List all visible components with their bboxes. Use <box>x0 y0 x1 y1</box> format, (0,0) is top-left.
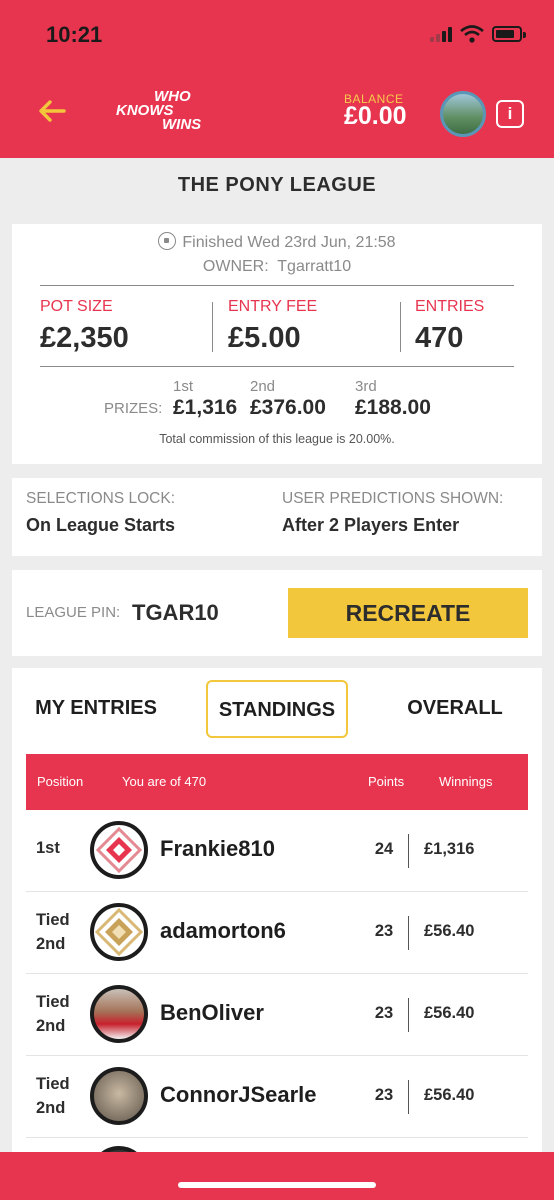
predictions-shown-label: USER PREDICTIONS SHOWN: <box>282 490 504 507</box>
league-title: THE PONY LEAGUE <box>177 174 377 196</box>
table-row[interactable]: Tied 2nd adamorton6 23 £56.40 <box>26 892 528 974</box>
app-logo: WHO KNOWS WINS <box>116 88 202 133</box>
row-points: 23 <box>374 1086 394 1104</box>
standings-header: Position You are of 470 Points Winnings <box>26 754 528 810</box>
col-winnings: Winnings <box>439 774 493 789</box>
col-position: Position <box>37 774 84 789</box>
commission-note: Total commission of this league is 20.00… <box>159 432 395 446</box>
info-button[interactable]: i <box>496 100 524 128</box>
prize-place-1st: 1st <box>173 378 194 395</box>
row-username: Frankie810 <box>160 836 275 861</box>
divider <box>400 302 401 352</box>
row-position: Tied 2nd <box>36 993 70 1035</box>
user-avatar[interactable] <box>440 91 486 137</box>
entry-fee-value: £5.00 <box>228 322 301 354</box>
row-username: BenOliver <box>160 1000 264 1025</box>
row-username: ConnorJSearle <box>160 1082 317 1107</box>
row-winnings: £56.40 <box>424 1086 475 1104</box>
pattern-avatar-red-icon <box>90 821 148 879</box>
entry-fee-label: ENTRY FEE <box>228 298 318 315</box>
divider <box>408 998 409 1032</box>
divider <box>408 916 409 950</box>
row-points: 23 <box>374 1004 394 1022</box>
col-points: Points <box>368 774 405 789</box>
tab-overall[interactable]: OVERALL <box>398 680 512 738</box>
row-points: 24 <box>374 840 394 858</box>
table-row[interactable]: Tied 2nd BenOliver 23 £56.40 <box>26 974 528 1056</box>
row-position: Tied 2nd <box>36 911 70 953</box>
prize-amount-2nd: £376.00 <box>250 396 326 419</box>
pot-size-value: £2,350 <box>40 322 129 354</box>
row-winnings: £56.40 <box>424 922 475 940</box>
tab-standings[interactable]: STANDINGS <box>206 680 348 738</box>
owner-name: Tgarratt10 <box>277 258 352 275</box>
row-username: adamorton6 <box>160 918 286 943</box>
balance-value: £0.00 <box>344 102 407 130</box>
divider <box>408 834 409 868</box>
battery-icon <box>492 26 526 42</box>
selections-card: SELECTIONS LOCK: On League Starts USER P… <box>12 478 542 556</box>
row-winnings: £56.40 <box>424 1004 475 1022</box>
table-row[interactable]: Tied 2nd ConnorJSearle 23 £56.40 <box>26 1056 528 1138</box>
selections-lock-value: On League Starts <box>26 515 176 535</box>
photo-avatar <box>90 985 148 1043</box>
col-you-are: You are of 470 <box>122 774 207 789</box>
divider <box>40 285 514 286</box>
prize-place-2nd: 2nd <box>250 378 276 395</box>
pattern-avatar-gold-icon <box>90 903 148 961</box>
row-points: 23 <box>374 922 394 940</box>
selections-lock-label: SELECTIONS LOCK: <box>26 490 176 507</box>
entries-label: ENTRIES <box>415 298 485 315</box>
league-pin-card: LEAGUE PIN: TGAR10 RECREATE <box>12 570 542 656</box>
status-time: 10:21 <box>46 22 103 47</box>
prizes-label: PRIZES: <box>104 400 163 417</box>
prize-place-3rd: 3rd <box>355 378 377 395</box>
row-winnings: £1,316 <box>424 840 475 858</box>
photo-avatar <box>90 1067 148 1125</box>
league-pin-value: TGAR10 <box>132 600 219 625</box>
entries-value: 470 <box>415 322 464 354</box>
home-indicator[interactable] <box>178 1182 376 1188</box>
wifi-icon <box>460 25 484 43</box>
predictions-shown-value: After 2 Players Enter <box>282 515 460 535</box>
tab-my-entries[interactable]: MY ENTRIES <box>26 680 166 738</box>
prize-amount-1st: £1,316 <box>173 396 238 419</box>
football-icon <box>158 232 177 250</box>
row-position: Tied 2nd <box>36 1075 70 1117</box>
divider <box>408 1080 409 1114</box>
app-header: 10:21 WHO KNOWS WINS BALANCE £0.00 i <box>0 0 554 158</box>
standings-card: MY ENTRIES STANDINGS OVERALL Position Yo… <box>12 668 542 1200</box>
league-details-card: Finished Wed 23rd Jun, 21:58 OWNER: Tgar… <box>12 224 542 464</box>
bottom-bar <box>0 1152 554 1200</box>
divider <box>212 302 213 352</box>
back-arrow-icon[interactable] <box>36 96 68 126</box>
table-row[interactable]: 1st Frankie810 24 £1,316 <box>26 810 528 892</box>
prize-amount-3rd: £188.00 <box>355 396 431 419</box>
finished-status: Finished Wed 23rd Jun, 21:58 <box>12 232 542 252</box>
pot-size-label: POT SIZE <box>40 298 113 315</box>
owner-line: OWNER: Tgarratt10 <box>202 258 352 275</box>
cellular-signal-icon <box>430 26 454 42</box>
divider <box>40 366 514 367</box>
league-pin-label: LEAGUE PIN: <box>26 604 121 621</box>
recreate-button[interactable]: RECREATE <box>288 588 528 638</box>
row-position: 1st <box>36 839 60 857</box>
